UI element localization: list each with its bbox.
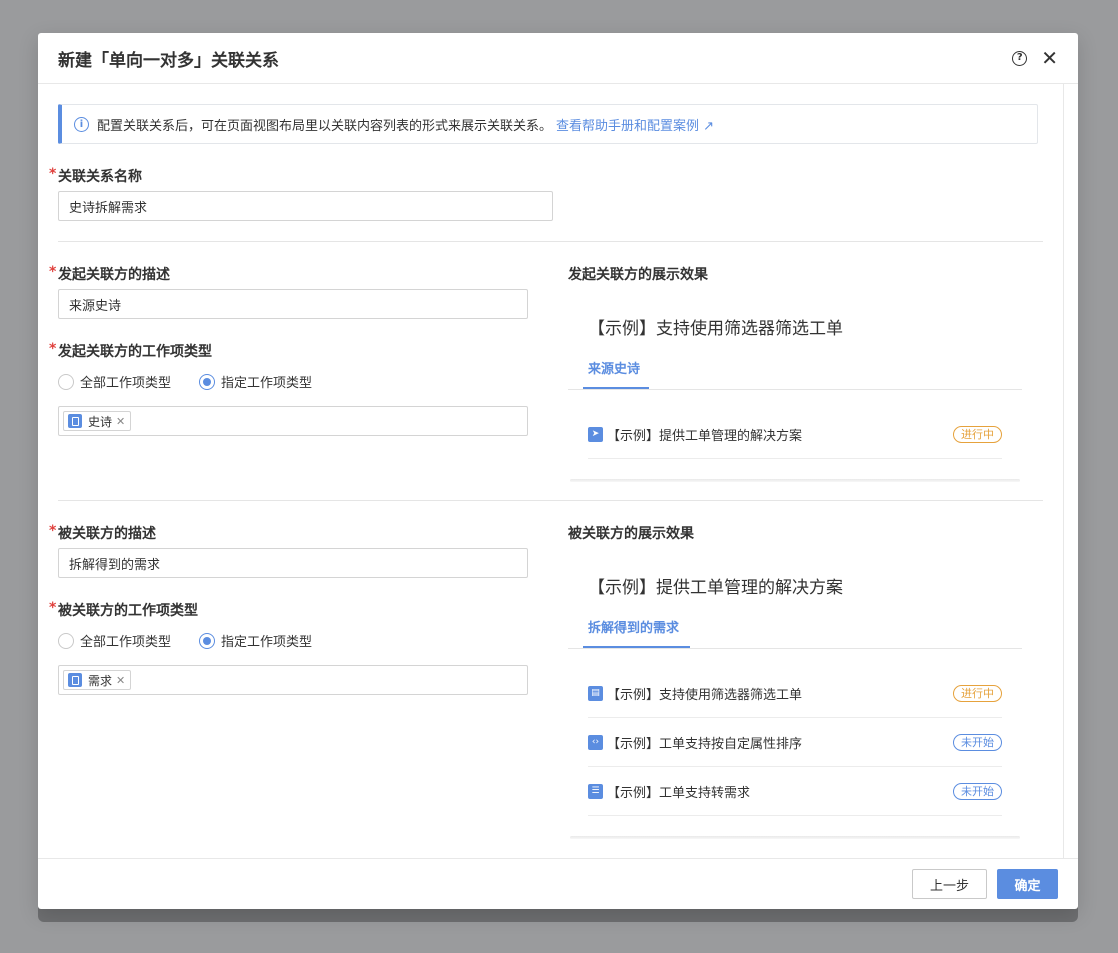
remove-tag-icon[interactable]: ✕ (116, 415, 125, 428)
target-radio-all[interactable]: 全部工作项类型 (58, 631, 171, 650)
list-item: ➤ 【示例】提供工单管理的解决方案 进行中 (588, 410, 1002, 459)
source-preview-tab: 来源史诗 (588, 362, 641, 377)
help-icon[interactable]: ? (1012, 50, 1028, 66)
status-badge: 未开始 (953, 733, 1002, 751)
dialog-body: i 配置关联关系后，可在页面视图布局里以关联内容列表的形式来展示关联关系。 查看… (38, 84, 1064, 858)
source-desc-label: * 发起关联方的描述 (49, 264, 170, 283)
target-type-label: * 被关联方的工作项类型 (49, 600, 198, 619)
source-type-label: * 发起关联方的工作项类型 (49, 341, 212, 360)
target-desc-label: * 被关联方的描述 (49, 523, 156, 542)
info-text: 配置关联关系后，可在页面视图布局里以关联内容列表的形式来展示关联关系。 (97, 118, 553, 134)
source-radio-specific[interactable]: 指定工作项类型 (199, 372, 312, 391)
dialog-header: 新建「单向一对多」关联关系 ? ✕ (38, 33, 1078, 84)
source-type-tag: 史诗 ✕ (63, 411, 132, 431)
list-item: ▤ 【示例】支持使用筛选器筛选工单 进行中 (588, 669, 1002, 718)
source-desc-input[interactable]: 来源史诗 (58, 289, 528, 319)
list-item: ‹› 【示例】工单支持按自定属性排序 未开始 (588, 718, 1002, 767)
list-item: ☰ 【示例】工单支持转需求 未开始 (588, 767, 1002, 816)
target-preview-tab: 拆解得到的需求 (588, 621, 680, 636)
target-preview-title: 【示例】提供工单管理的解决方案 (588, 578, 843, 598)
dialog-footer: 上一步 确定 (38, 858, 1078, 909)
source-radio-all[interactable]: 全部工作项类型 (58, 372, 171, 391)
clipboard-icon: ▤ (588, 685, 603, 701)
clipboard-icon (68, 414, 82, 428)
divider (58, 500, 1043, 501)
clipboard-icon (68, 673, 82, 687)
source-preview-title: 【示例】支持使用筛选器筛选工单 (588, 319, 843, 339)
relation-name-input[interactable]: 史诗拆解需求 (58, 191, 553, 221)
preview-bottom-edge (570, 479, 1020, 482)
target-desc-input[interactable]: 拆解得到的需求 (58, 548, 528, 578)
tab-line (568, 389, 1022, 390)
status-badge: 未开始 (953, 782, 1002, 800)
info-icon: i (74, 116, 89, 132)
scrollbar[interactable] (1063, 84, 1064, 858)
target-type-tag: 需求 ✕ (63, 670, 132, 690)
info-banner: i 配置关联关系后，可在页面视图布局里以关联内容列表的形式来展示关联关系。 查看… (58, 104, 1038, 144)
dialog-title: 新建「单向一对多」关联关系 (58, 50, 279, 71)
create-relation-dialog: 新建「单向一对多」关联关系 ? ✕ i 配置关联关系后，可在页面视图布局里以关联… (38, 33, 1078, 909)
target-preview-label: 被关联方的展示效果 (568, 526, 694, 542)
remove-tag-icon[interactable]: ✕ (116, 674, 125, 687)
help-link[interactable]: 查看帮助手册和配置案例 ↗ (556, 115, 714, 134)
code-icon: ‹› (588, 734, 603, 750)
source-type-select[interactable]: 史诗 ✕ (58, 406, 528, 436)
status-badge: 进行中 (953, 425, 1002, 443)
status-badge: 进行中 (953, 684, 1002, 702)
close-icon[interactable]: ✕ (1041, 48, 1058, 68)
tab-line (568, 648, 1022, 649)
prev-button[interactable]: 上一步 (912, 869, 987, 899)
divider (58, 241, 1043, 242)
target-type-radio-group: 全部工作项类型 指定工作项类型 (58, 631, 340, 650)
list-icon: ☰ (588, 783, 603, 799)
confirm-button[interactable]: 确定 (997, 869, 1058, 899)
source-preview-label: 发起关联方的展示效果 (568, 267, 708, 283)
source-type-radio-group: 全部工作项类型 指定工作项类型 (58, 372, 340, 391)
relation-name-label: * 关联关系名称 (49, 166, 142, 185)
target-type-select[interactable]: 需求 ✕ (58, 665, 528, 695)
target-radio-specific[interactable]: 指定工作项类型 (199, 631, 312, 650)
send-icon: ➤ (588, 426, 603, 442)
preview-bottom-edge (570, 836, 1020, 839)
